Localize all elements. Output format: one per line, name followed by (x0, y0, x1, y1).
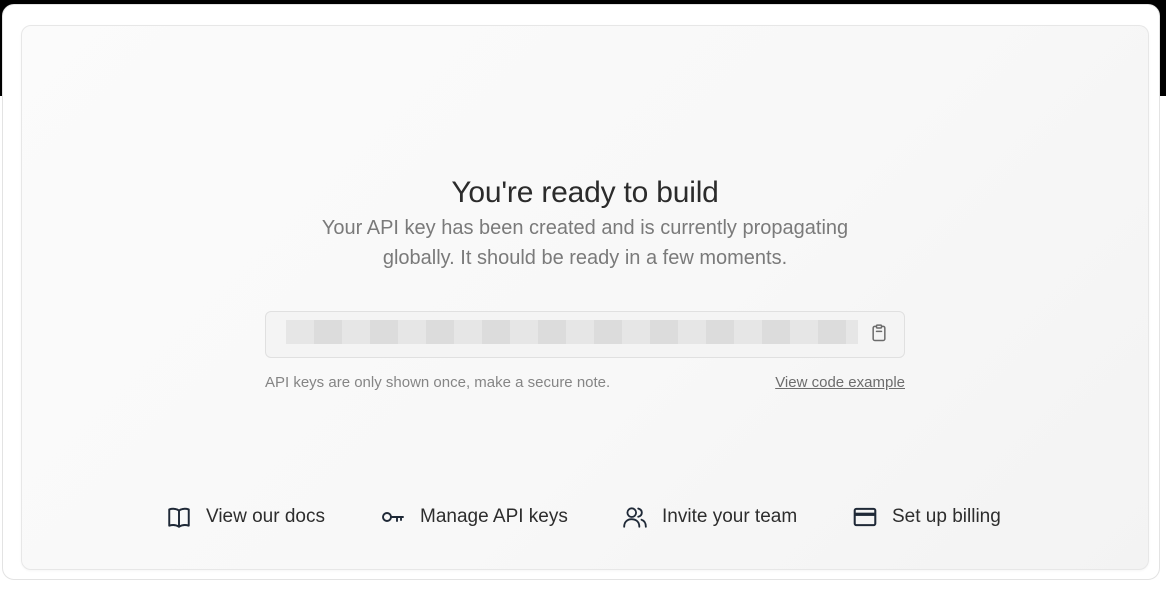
view-code-example-link[interactable]: View code example (766, 374, 905, 391)
subtitle-line-1: Your API key has been created and is cur… (321, 217, 849, 239)
view-docs-link[interactable]: View our docs (166, 502, 325, 532)
copy-api-key-button[interactable] (866, 322, 892, 348)
api-key-field[interactable] (265, 311, 905, 358)
invite-team-label: Invite your team (662, 506, 798, 527)
page-container: You're ready to build Your API key has b… (2, 4, 1160, 580)
manage-api-keys-label: Manage API keys (420, 506, 568, 527)
view-docs-label: View our docs (206, 506, 325, 527)
api-key-warning: API keys are only shown once, make a sec… (265, 374, 611, 391)
credit-card-icon (852, 504, 878, 530)
set-up-billing-label: Set up billing (892, 506, 1001, 527)
set-up-billing-link[interactable]: Set up billing (852, 502, 1001, 532)
quick-actions: View our docs Manage API keys Invite you… (22, 502, 1148, 532)
subtitle: Your API key has been created and is cur… (22, 213, 1148, 273)
page-title: You're ready to build (451, 176, 719, 209)
clipboard-icon (869, 323, 889, 348)
api-key-masked-value (286, 320, 858, 344)
success-card: You're ready to build Your API key has b… (21, 25, 1149, 570)
book-icon (166, 504, 192, 530)
key-icon (380, 504, 406, 530)
invite-team-link[interactable]: Invite your team (622, 502, 797, 532)
users-icon (622, 504, 648, 530)
subtitle-line-2: globally. It should be ready in a few mo… (382, 247, 788, 269)
manage-api-keys-link[interactable]: Manage API keys (380, 502, 568, 532)
